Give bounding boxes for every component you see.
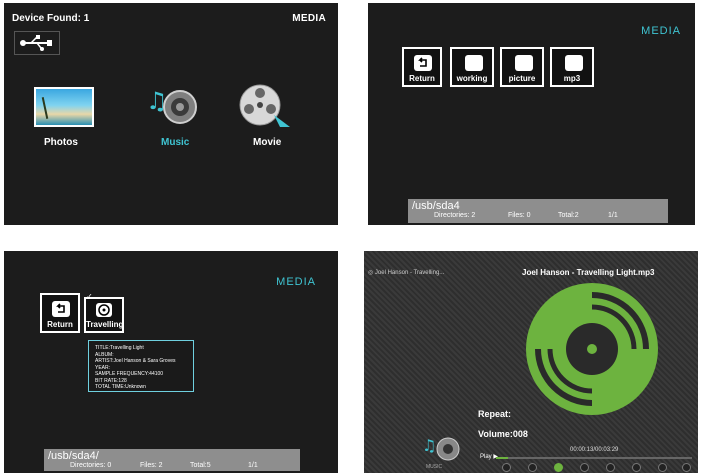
movie-item[interactable] <box>232 81 294 131</box>
music-caption: MUSIC <box>426 464 443 470</box>
usb-icon[interactable] <box>14 31 60 55</box>
svg-text:♫: ♫ <box>422 436 436 455</box>
total-count: Total:2 <box>558 212 579 219</box>
media-title: MEDIA <box>292 13 326 24</box>
media-title: MEDIA <box>276 276 316 288</box>
folder-icon <box>465 55 483 71</box>
total-count: Total:5 <box>190 462 211 469</box>
disc-icon <box>96 303 112 317</box>
files-count: Files: 2 <box>140 462 163 469</box>
play-pause-icon[interactable] <box>554 463 563 472</box>
progress-track[interactable] <box>496 457 692 459</box>
tile-label: Return <box>47 320 73 329</box>
rewind-icon[interactable] <box>528 463 537 472</box>
info-icon[interactable] <box>682 463 691 472</box>
disc-small-icon: ◎ <box>368 270 374 276</box>
browser-panel-1: MEDIA Return working picture mp3 /usb/sd… <box>368 3 695 225</box>
folder-tile-picture[interactable]: picture <box>500 47 544 87</box>
prev-icon[interactable] <box>502 463 511 472</box>
tile-label: picture <box>508 74 536 83</box>
stop-icon[interactable] <box>580 463 589 472</box>
page-indicator: 1/1 <box>608 212 618 219</box>
return-icon <box>52 301 70 317</box>
track-title: Joel Hanson - Travelling Light.mp3 <box>522 268 655 277</box>
return-icon <box>414 55 432 71</box>
speaker-icon: ♫ <box>146 87 197 124</box>
header-track: Joel Hanson - Travelling... <box>374 270 445 276</box>
repeat-label: Repeat: <box>478 409 512 419</box>
music-speaker-icon: ♫ <box>422 436 460 461</box>
tile-label: working <box>456 74 488 83</box>
playlist-icon[interactable] <box>658 463 667 472</box>
current-path: /usb/sda4/ <box>48 450 99 462</box>
current-path: /usb/sda4 <box>412 200 460 212</box>
photos-item[interactable] <box>30 83 96 145</box>
music-file-tile[interactable]: Travelling <box>84 297 124 333</box>
music-item[interactable]: ♫ <box>142 81 204 131</box>
browser-panel-2: MEDIA Return ✓ Travelling TITLE:Travelli… <box>4 251 338 473</box>
player-header: ◎ Joel Hanson - Travelling... <box>368 269 444 276</box>
vinyl-record-icon <box>526 283 658 415</box>
player-panel: ◎ Joel Hanson - Travelling... Joel Hanso… <box>364 251 698 473</box>
directories-count: Directories: 2 <box>434 212 476 219</box>
device-found-label: Device Found: 1 <box>12 13 90 24</box>
device-count: 1 <box>83 13 90 24</box>
music-label: Music <box>161 137 190 148</box>
media-title: MEDIA <box>641 25 681 37</box>
folder-tile-mp3[interactable]: mp3 <box>550 47 594 87</box>
volume-label: Volume:008 <box>478 429 528 439</box>
tile-label: Travelling <box>86 320 124 329</box>
info-artist: ARTIST:Joel Hanson & Sara Groves <box>95 358 176 364</box>
directories-count: Directories: 0 <box>70 462 112 469</box>
file-info-popup: TITLE:Travelling Light ALBUM: ARTIST:Joe… <box>88 340 194 392</box>
film-reel-icon <box>239 84 290 127</box>
progress-fill <box>496 457 508 459</box>
folder-tile-working[interactable]: working <box>450 47 494 87</box>
next-icon[interactable] <box>632 463 641 472</box>
info-total-time: TOTAL TIME:Unknown <box>95 384 146 390</box>
movie-label: Movie <box>253 137 282 148</box>
path-bar: /usb/sda4 Directories: 2 Files: 0 Total:… <box>408 199 668 223</box>
return-tile[interactable]: Return <box>40 293 80 333</box>
fast-forward-icon[interactable] <box>606 463 615 472</box>
files-count: Files: 0 <box>508 212 531 219</box>
tile-label: mp3 <box>563 74 581 83</box>
folder-icon <box>515 55 533 71</box>
path-bar: /usb/sda4/ Directories: 0 Files: 2 Total… <box>44 449 300 471</box>
photos-label: Photos <box>44 137 78 148</box>
return-tile[interactable]: Return <box>402 47 442 87</box>
time-display: 00:00:13/00:03:29 <box>570 447 619 453</box>
page-indicator: 1/1 <box>248 462 258 469</box>
home-panel: Device Found: 1 MEDIA Photos ♫ Music Mov… <box>4 3 338 225</box>
folder-icon <box>565 55 583 71</box>
tile-label: Return <box>409 74 435 83</box>
